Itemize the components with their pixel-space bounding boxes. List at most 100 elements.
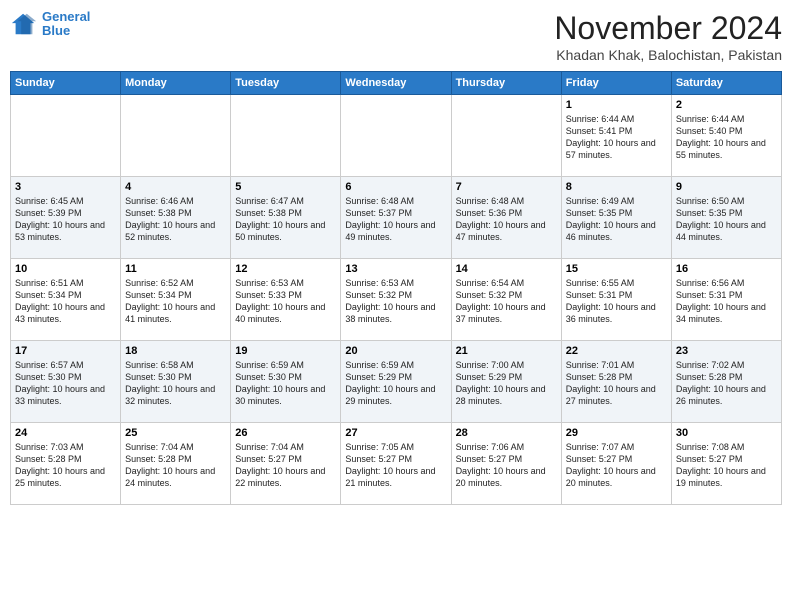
calendar-week-row: 10Sunrise: 6:51 AM Sunset: 5:34 PM Dayli…	[11, 259, 782, 341]
day-number: 5	[235, 181, 336, 193]
subtitle: Khadan Khak, Balochistan, Pakistan	[554, 47, 782, 63]
calendar-cell: 26 Sunrise: 7:04 AM Sunset: 5:27 PM Dayli…	[231, 423, 341, 505]
calendar-cell: 16 Sunrise: 6:56 AM Sunset: 5:31 PM Dayli…	[671, 259, 781, 341]
calendar-cell: 27Sunrise: 7:05 AM Sunset: 5:27 PM Dayli…	[341, 423, 451, 505]
logo-text: General Blue	[42, 10, 90, 39]
day-number: 1	[566, 99, 667, 111]
day-number: 28	[456, 427, 557, 439]
calendar-week-row: 1 Sunrise: 6:44 AM Sunset: 5:41 PM Daylig…	[11, 95, 782, 177]
day-info: Sunrise: 6:59 AM Sunset: 5:29 PM Dayligh…	[345, 359, 446, 408]
calendar-cell: 21 Sunrise: 7:00 AM Sunset: 5:29 PM Dayli…	[451, 341, 561, 423]
calendar-cell: 3 Sunrise: 6:45 AM Sunset: 5:39 PM Daylig…	[11, 177, 121, 259]
day-number: 19	[235, 345, 336, 357]
day-info: Sunrise: 7:03 AM Sunset: 5:28 PM Dayligh…	[15, 441, 116, 490]
day-info: Sunrise: 6:53 AM Sunset: 5:33 PM Dayligh…	[235, 277, 336, 326]
day-number: 6	[345, 181, 446, 193]
calendar-cell: 5 Sunrise: 6:47 AM Sunset: 5:38 PM Daylig…	[231, 177, 341, 259]
calendar-cell: 25 Sunrise: 7:04 AM Sunset: 5:28 PM Dayli…	[121, 423, 231, 505]
day-number: 4	[125, 181, 226, 193]
calendar-cell: 12 Sunrise: 6:53 AM Sunset: 5:33 PM Dayli…	[231, 259, 341, 341]
logo: General Blue	[10, 10, 90, 39]
day-number: 12	[235, 263, 336, 275]
weekday-header: Thursday	[451, 72, 561, 95]
calendar-cell	[121, 95, 231, 177]
calendar-cell: 10Sunrise: 6:51 AM Sunset: 5:34 PM Dayli…	[11, 259, 121, 341]
weekday-header: Tuesday	[231, 72, 341, 95]
day-info: Sunrise: 6:46 AM Sunset: 5:38 PM Dayligh…	[125, 195, 226, 244]
day-info: Sunrise: 6:58 AM Sunset: 5:30 PM Dayligh…	[125, 359, 226, 408]
day-number: 13	[345, 263, 446, 275]
day-info: Sunrise: 7:01 AM Sunset: 5:28 PM Dayligh…	[566, 359, 667, 408]
day-info: Sunrise: 7:02 AM Sunset: 5:28 PM Dayligh…	[676, 359, 777, 408]
weekday-header: Friday	[561, 72, 671, 95]
day-number: 3	[15, 181, 116, 193]
weekday-header: Wednesday	[341, 72, 451, 95]
day-info: Sunrise: 7:00 AM Sunset: 5:29 PM Dayligh…	[456, 359, 557, 408]
calendar-cell: 11Sunrise: 6:52 AM Sunset: 5:34 PM Dayli…	[121, 259, 231, 341]
calendar-cell	[341, 95, 451, 177]
day-info: Sunrise: 6:57 AM Sunset: 5:30 PM Dayligh…	[15, 359, 116, 408]
calendar-cell: 7Sunrise: 6:48 AM Sunset: 5:36 PM Daylig…	[451, 177, 561, 259]
calendar-week-row: 17 Sunrise: 6:57 AM Sunset: 5:30 PM Dayli…	[11, 341, 782, 423]
day-number: 16	[676, 263, 777, 275]
calendar-cell	[231, 95, 341, 177]
day-info: Sunrise: 6:44 AM Sunset: 5:40 PM Dayligh…	[676, 113, 777, 162]
day-number: 27	[345, 427, 446, 439]
weekday-header-row: SundayMondayTuesdayWednesdayThursdayFrid…	[11, 72, 782, 95]
calendar-cell: 1 Sunrise: 6:44 AM Sunset: 5:41 PM Daylig…	[561, 95, 671, 177]
logo-line1: General	[42, 9, 90, 24]
weekday-header: Saturday	[671, 72, 781, 95]
weekday-header: Monday	[121, 72, 231, 95]
day-number: 9	[676, 181, 777, 193]
calendar-cell: 19 Sunrise: 6:59 AM Sunset: 5:30 PM Dayli…	[231, 341, 341, 423]
main-title: November 2024	[554, 10, 782, 47]
calendar-cell: 28Sunrise: 7:06 AM Sunset: 5:27 PM Dayli…	[451, 423, 561, 505]
day-number: 21	[456, 345, 557, 357]
calendar-cell: 29Sunrise: 7:07 AM Sunset: 5:27 PM Dayli…	[561, 423, 671, 505]
day-info: Sunrise: 7:04 AM Sunset: 5:28 PM Dayligh…	[125, 441, 226, 490]
calendar-cell: 15 Sunrise: 6:55 AM Sunset: 5:31 PM Dayli…	[561, 259, 671, 341]
day-info: Sunrise: 6:44 AM Sunset: 5:41 PM Dayligh…	[566, 113, 667, 162]
day-number: 18	[125, 345, 226, 357]
calendar-cell: 2 Sunrise: 6:44 AM Sunset: 5:40 PM Daylig…	[671, 95, 781, 177]
day-info: Sunrise: 6:55 AM Sunset: 5:31 PM Dayligh…	[566, 277, 667, 326]
calendar-cell: 20 Sunrise: 6:59 AM Sunset: 5:29 PM Dayli…	[341, 341, 451, 423]
day-number: 8	[566, 181, 667, 193]
page-header: General Blue November 2024 Khadan Khak, …	[10, 10, 782, 63]
calendar-cell: 8 Sunrise: 6:49 AM Sunset: 5:35 PM Daylig…	[561, 177, 671, 259]
day-info: Sunrise: 6:45 AM Sunset: 5:39 PM Dayligh…	[15, 195, 116, 244]
calendar-cell: 17 Sunrise: 6:57 AM Sunset: 5:30 PM Dayli…	[11, 341, 121, 423]
title-block: November 2024 Khadan Khak, Balochistan, …	[554, 10, 782, 63]
day-number: 15	[566, 263, 667, 275]
calendar-cell: 6Sunrise: 6:48 AM Sunset: 5:37 PM Daylig…	[341, 177, 451, 259]
day-number: 26	[235, 427, 336, 439]
day-number: 20	[345, 345, 446, 357]
day-number: 2	[676, 99, 777, 111]
calendar-cell: 18 Sunrise: 6:58 AM Sunset: 5:30 PM Dayli…	[121, 341, 231, 423]
calendar-cell: 24 Sunrise: 7:03 AM Sunset: 5:28 PM Dayli…	[11, 423, 121, 505]
day-info: Sunrise: 6:49 AM Sunset: 5:35 PM Dayligh…	[566, 195, 667, 244]
day-info: Sunrise: 7:08 AM Sunset: 5:27 PM Dayligh…	[676, 441, 777, 490]
day-number: 25	[125, 427, 226, 439]
day-number: 17	[15, 345, 116, 357]
weekday-header: Sunday	[11, 72, 121, 95]
day-number: 24	[15, 427, 116, 439]
calendar-cell	[451, 95, 561, 177]
day-info: Sunrise: 6:56 AM Sunset: 5:31 PM Dayligh…	[676, 277, 777, 326]
day-info: Sunrise: 6:52 AM Sunset: 5:34 PM Dayligh…	[125, 277, 226, 326]
logo-line2: Blue	[42, 23, 70, 38]
calendar-cell: 9Sunrise: 6:50 AM Sunset: 5:35 PM Daylig…	[671, 177, 781, 259]
day-number: 14	[456, 263, 557, 275]
day-info: Sunrise: 6:47 AM Sunset: 5:38 PM Dayligh…	[235, 195, 336, 244]
calendar-cell: 13 Sunrise: 6:53 AM Sunset: 5:32 PM Dayli…	[341, 259, 451, 341]
day-info: Sunrise: 6:59 AM Sunset: 5:30 PM Dayligh…	[235, 359, 336, 408]
day-info: Sunrise: 7:04 AM Sunset: 5:27 PM Dayligh…	[235, 441, 336, 490]
calendar-cell: 4 Sunrise: 6:46 AM Sunset: 5:38 PM Daylig…	[121, 177, 231, 259]
day-info: Sunrise: 6:54 AM Sunset: 5:32 PM Dayligh…	[456, 277, 557, 326]
calendar-cell: 14 Sunrise: 6:54 AM Sunset: 5:32 PM Dayli…	[451, 259, 561, 341]
day-info: Sunrise: 6:53 AM Sunset: 5:32 PM Dayligh…	[345, 277, 446, 326]
day-info: Sunrise: 7:07 AM Sunset: 5:27 PM Dayligh…	[566, 441, 667, 490]
calendar-cell	[11, 95, 121, 177]
calendar-cell: 30Sunrise: 7:08 AM Sunset: 5:27 PM Dayli…	[671, 423, 781, 505]
calendar-week-row: 3 Sunrise: 6:45 AM Sunset: 5:39 PM Daylig…	[11, 177, 782, 259]
